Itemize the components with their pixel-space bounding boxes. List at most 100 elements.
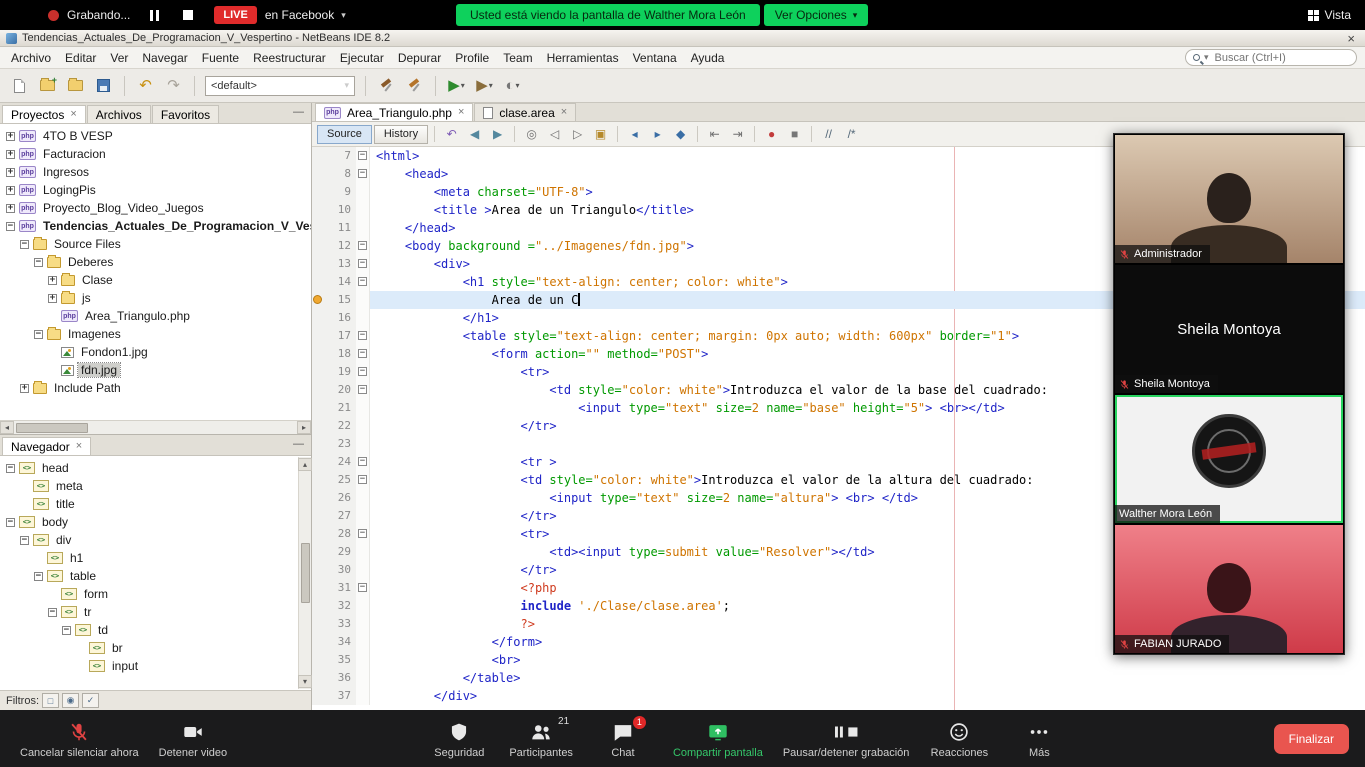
menu-editar[interactable]: Editar xyxy=(58,48,103,68)
project-tree-item[interactable]: +phpIngresos xyxy=(0,163,311,181)
ide-search-box[interactable]: ▾ xyxy=(1185,49,1357,66)
toolbar-build-project-button[interactable] xyxy=(374,73,399,98)
toggle-bookmark-icon[interactable]: ◆ xyxy=(670,124,691,145)
shift-right-icon[interactable]: ⇥ xyxy=(727,124,748,145)
collapse-toggle-icon[interactable]: − xyxy=(6,518,15,527)
project-tree-item[interactable]: −Imagenes xyxy=(0,325,311,343)
editor-tab-clase-area[interactable]: clase.area× xyxy=(474,103,576,121)
editor-tab-area-triangulo-php[interactable]: phpArea_Triangulo.php× xyxy=(315,103,473,121)
tab-proyectos[interactable]: Proyectos× xyxy=(2,105,86,123)
toolbar-save-all-button[interactable] xyxy=(91,73,116,98)
collapse-toggle-icon[interactable]: − xyxy=(62,626,71,635)
zoom-mute-button[interactable]: Cancelar silenciar ahora xyxy=(10,710,149,767)
collapse-toggle-icon[interactable]: − xyxy=(6,222,15,231)
stop-macro-recording-icon[interactable]: ■ xyxy=(784,124,805,145)
collapse-toggle-icon[interactable]: − xyxy=(6,464,15,473)
zoom-security-button[interactable]: Seguridad xyxy=(419,710,499,767)
fold-toggle-icon[interactable]: − xyxy=(358,277,367,286)
toolbar-undo-button[interactable]: ↶ xyxy=(133,73,158,98)
expand-toggle-icon[interactable]: + xyxy=(20,384,29,393)
fold-toggle-icon[interactable]: − xyxy=(358,475,367,484)
zoom-record-controls-button[interactable]: Pausar/detener grabación xyxy=(773,710,920,767)
scroll-right-icon[interactable]: ▸ xyxy=(297,421,311,434)
comment-lines-icon[interactable]: // xyxy=(818,124,839,145)
previous-bookmark-icon[interactable]: ◂ xyxy=(624,124,645,145)
view-options-button[interactable]: Ver Opciones ▾ xyxy=(764,4,869,26)
project-tree-item[interactable]: +Clase xyxy=(0,271,311,289)
menu-ejecutar[interactable]: Ejecutar xyxy=(333,48,391,68)
video-tile-administrador[interactable]: Administrador xyxy=(1115,135,1343,263)
collapse-toggle-icon[interactable]: − xyxy=(20,240,29,249)
next-bookmark-icon[interactable]: ▸ xyxy=(647,124,668,145)
live-options-chevron-icon[interactable]: ▾ xyxy=(341,10,346,21)
history-view-button[interactable]: History xyxy=(374,125,428,144)
fold-toggle-icon[interactable]: − xyxy=(358,169,367,178)
minimize-panel-icon[interactable]: — xyxy=(293,106,304,118)
scrollbar-thumb[interactable] xyxy=(16,423,88,433)
tab-favoritos[interactable]: Favoritos xyxy=(152,105,219,123)
video-tile-walther-mora-le-n[interactable]: Walther Mora León xyxy=(1115,395,1343,523)
scrollbar-thumb[interactable] xyxy=(301,543,310,603)
video-tile-fabian-jurado[interactable]: FABIAN JURADO xyxy=(1115,525,1343,653)
collapse-toggle-icon[interactable]: − xyxy=(20,536,29,545)
navigator-filter-1-button[interactable]: □ xyxy=(42,693,59,708)
scroll-down-icon[interactable]: ▾ xyxy=(298,675,312,688)
zoom-more-button[interactable]: Más xyxy=(999,710,1079,767)
view-mode-button[interactable]: Vista xyxy=(1308,8,1351,22)
project-tree-item[interactable]: fdn.jpg xyxy=(0,361,311,379)
expand-toggle-icon[interactable]: + xyxy=(6,132,15,141)
scroll-left-icon[interactable]: ◂ xyxy=(0,421,14,434)
fold-toggle-icon[interactable]: − xyxy=(358,385,367,394)
menu-ver[interactable]: Ver xyxy=(103,48,135,68)
tab-archivos[interactable]: Archivos xyxy=(87,105,151,123)
project-tree-item[interactable]: +js xyxy=(0,289,311,307)
stop-recording-button[interactable] xyxy=(178,6,198,24)
navigator-filter-3-button[interactable]: ✓ xyxy=(82,693,99,708)
toolbar-open-project-button[interactable] xyxy=(63,73,88,98)
fold-toggle-icon[interactable]: − xyxy=(358,241,367,250)
pause-recording-button[interactable] xyxy=(144,6,164,24)
code-line[interactable]: 37 </div> xyxy=(312,687,1365,705)
shift-left-icon[interactable]: ⇤ xyxy=(704,124,725,145)
last-edit-icon[interactable]: ↶ xyxy=(441,124,462,145)
menu-profile[interactable]: Profile xyxy=(448,48,496,68)
project-tree-item[interactable]: phpArea_Triangulo.php xyxy=(0,307,311,325)
expand-toggle-icon[interactable]: + xyxy=(6,186,15,195)
minimize-panel-icon[interactable]: — xyxy=(293,438,304,450)
expand-toggle-icon[interactable]: + xyxy=(6,150,15,159)
zoom-reactions-button[interactable]: Reacciones xyxy=(919,710,999,767)
expand-toggle-icon[interactable]: + xyxy=(48,294,57,303)
projects-horizontal-scrollbar[interactable]: ◂ ▸ xyxy=(0,420,311,434)
collapse-toggle-icon[interactable]: − xyxy=(34,572,43,581)
menu-depurar[interactable]: Depurar xyxy=(391,48,448,68)
menu-herramientas[interactable]: Herramientas xyxy=(540,48,626,68)
fold-toggle-icon[interactable]: − xyxy=(358,367,367,376)
zoom-chat-button[interactable]: 1Chat xyxy=(583,710,663,767)
toolbar-clean-build-project-button[interactable] xyxy=(402,73,427,98)
toolbar-redo-button[interactable]: ↷ xyxy=(161,73,186,98)
find-selection-icon[interactable]: ◎ xyxy=(521,124,542,145)
navigator-tree-item[interactable]: −<>div xyxy=(0,531,311,549)
video-tile-sheila-montoya[interactable]: Sheila MontoyaSheila Montoya xyxy=(1115,265,1343,393)
close-icon[interactable]: × xyxy=(458,107,464,118)
run-config-select[interactable]: <default>▾ xyxy=(205,76,355,96)
navigator-tree-item[interactable]: <>br xyxy=(0,639,311,657)
collapse-toggle-icon[interactable]: − xyxy=(34,330,43,339)
project-tree-item[interactable]: +Include Path xyxy=(0,379,311,397)
project-tree-item[interactable]: −phpTendencias_Actuales_De_Programacion_… xyxy=(0,217,311,235)
navigator-tree-item[interactable]: −<>body xyxy=(0,513,311,531)
navigator-filter-2-button[interactable]: ◉ xyxy=(62,693,79,708)
code-line[interactable]: 36 </table> xyxy=(312,669,1365,687)
toolbar-new-file-button[interactable] xyxy=(7,73,32,98)
navigator-tree-item[interactable]: <>form xyxy=(0,585,311,603)
fold-toggle-icon[interactable]: − xyxy=(358,331,367,340)
fold-toggle-icon[interactable]: − xyxy=(358,151,367,160)
menu-reestructurar[interactable]: Reestructurar xyxy=(246,48,333,68)
toolbar-debug-project-button[interactable]: ▶▾ xyxy=(472,73,497,98)
close-icon[interactable]: × xyxy=(561,107,567,118)
menu-navegar[interactable]: Navegar xyxy=(135,48,194,68)
close-icon[interactable]: × xyxy=(76,441,82,452)
window-titlebar[interactable]: Tendencias_Actuales_De_Programacion_V_Ve… xyxy=(0,30,1365,47)
end-meeting-button[interactable]: Finalizar xyxy=(1274,724,1349,754)
project-tree-item[interactable]: +phpProyecto_Blog_Video_Juegos xyxy=(0,199,311,217)
